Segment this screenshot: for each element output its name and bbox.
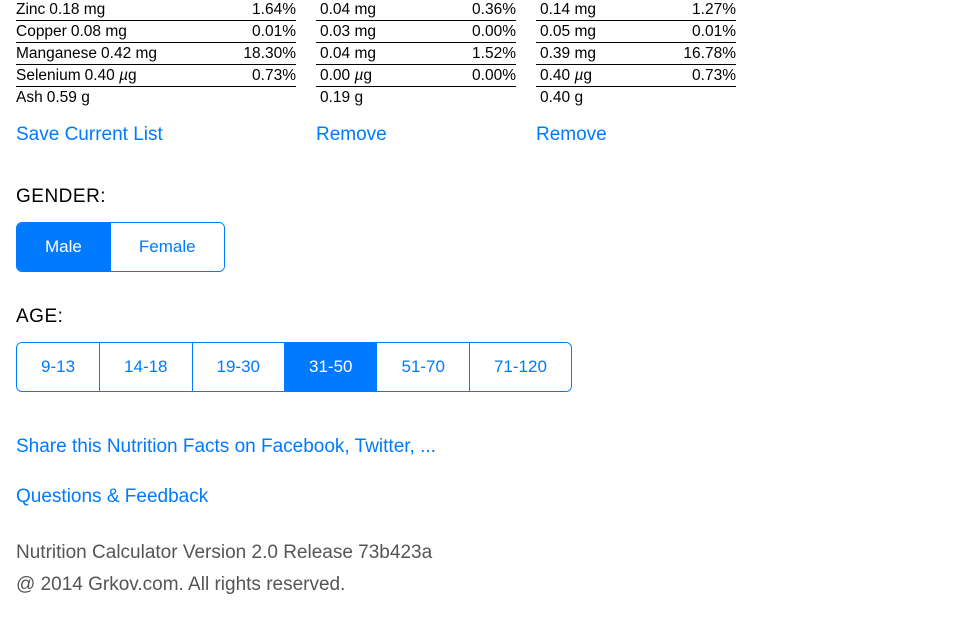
nutrient-label: Selenium <box>16 67 81 85</box>
nutrient-pct: 18.30% <box>243 45 296 63</box>
nutrient-value: 0.14 mg <box>540 1 596 19</box>
table-row: 0.19 g <box>316 86 516 108</box>
table-row: Zinc 0.18 mg 1.64% <box>16 0 296 20</box>
feedback-link[interactable]: Questions & Feedback <box>16 486 944 508</box>
version-text: Nutrition Calculator Version 2.0 Release… <box>16 542 944 564</box>
nutrient-value: 0.40 g <box>540 89 583 107</box>
nutrient-value: 0.04 mg <box>320 1 376 19</box>
nutrient-pct: 1.64% <box>252 1 296 19</box>
nutrient-pct: 0.00% <box>472 67 516 85</box>
nutrient-value: 0.00 µg <box>320 67 372 85</box>
age-option-19-30[interactable]: 19-30 <box>193 343 285 391</box>
age-option-14-18[interactable]: 14-18 <box>100 343 192 391</box>
nutrient-label: Zinc <box>16 1 45 19</box>
age-segmented-control: 9-13 14-18 19-30 31-50 51-70 71-120 <box>16 342 572 392</box>
remove-link[interactable]: Remove <box>536 124 607 146</box>
age-option-31-50[interactable]: 31-50 <box>285 343 377 391</box>
nutrient-value: 0.18 mg <box>49 1 105 19</box>
nutrient-label: Ash <box>16 89 43 107</box>
nutrition-col-3: 0.14 mg 1.27% 0.05 mg 0.01% 0.39 mg 16.7… <box>536 0 756 152</box>
nutrient-value: 0.40 µg <box>540 67 592 85</box>
nutrient-value: 0.03 mg <box>320 23 376 41</box>
gender-label: GENDER: <box>16 186 944 208</box>
nutrition-col-2: 0.04 mg 0.36% 0.03 mg 0.00% 0.04 mg 1.52… <box>316 0 536 152</box>
nutrient-value: 0.59 g <box>47 89 90 107</box>
age-option-51-70[interactable]: 51-70 <box>377 343 469 391</box>
table-row: 0.40 µg 0.73% <box>536 64 736 86</box>
save-current-list-link[interactable]: Save Current List <box>16 124 163 146</box>
nutrient-value: 0.08 mg <box>71 23 127 41</box>
nutrient-value: 0.40 µg <box>85 67 137 85</box>
age-option-9-13[interactable]: 9-13 <box>17 343 100 391</box>
age-option-71-120[interactable]: 71-120 <box>470 343 571 391</box>
table-row: 0.03 mg 0.00% <box>316 20 516 42</box>
gender-segmented-control: Male Female <box>16 222 225 272</box>
table-row: 0.00 µg 0.00% <box>316 64 516 86</box>
table-row: 0.39 mg 16.78% <box>536 42 736 64</box>
nutrient-value: 0.39 mg <box>540 45 596 63</box>
gender-option-male[interactable]: Male <box>17 223 111 271</box>
age-label: AGE: <box>16 306 944 328</box>
nutrient-pct: 0.00% <box>472 23 516 41</box>
table-row: Manganese 0.42 mg 18.30% <box>16 42 296 64</box>
nutrient-pct: 0.36% <box>472 1 516 19</box>
table-row: Selenium 0.40 µg 0.73% <box>16 64 296 86</box>
copyright-text: @ 2014 Grkov.com. All rights reserved. <box>16 574 944 596</box>
nutrient-value: 0.42 mg <box>101 45 157 63</box>
nutrient-pct: 0.01% <box>252 23 296 41</box>
table-row: 0.04 mg 1.52% <box>316 42 516 64</box>
nutrient-label: Manganese <box>16 45 97 63</box>
nutrient-pct: 1.27% <box>692 1 736 19</box>
nutrient-pct: 0.73% <box>252 67 296 85</box>
remove-link[interactable]: Remove <box>316 124 387 146</box>
nutrient-value: 0.04 mg <box>320 45 376 63</box>
table-row: Copper 0.08 mg 0.01% <box>16 20 296 42</box>
nutrient-pct: 0.01% <box>692 23 736 41</box>
nutrient-label: Copper <box>16 23 67 41</box>
nutrient-pct: 1.52% <box>472 45 516 63</box>
nutrition-columns: Zinc 0.18 mg 1.64% Copper 0.08 mg 0.01% … <box>16 0 944 152</box>
footer: Nutrition Calculator Version 2.0 Release… <box>16 542 944 596</box>
nutrition-col-1: Zinc 0.18 mg 1.64% Copper 0.08 mg 0.01% … <box>16 0 316 152</box>
nutrient-value: 0.19 g <box>320 89 363 107</box>
nutrient-value: 0.05 mg <box>540 23 596 41</box>
table-row: 0.04 mg 0.36% <box>316 0 516 20</box>
nutrient-pct: 0.73% <box>692 67 736 85</box>
table-row: 0.05 mg 0.01% <box>536 20 736 42</box>
table-row: Ash 0.59 g <box>16 86 296 108</box>
table-row: 0.14 mg 1.27% <box>536 0 736 20</box>
table-row: 0.40 g <box>536 86 736 108</box>
share-link[interactable]: Share this Nutrition Facts on Facebook, … <box>16 436 944 458</box>
gender-option-female[interactable]: Female <box>111 223 224 271</box>
nutrient-pct: 16.78% <box>683 45 736 63</box>
